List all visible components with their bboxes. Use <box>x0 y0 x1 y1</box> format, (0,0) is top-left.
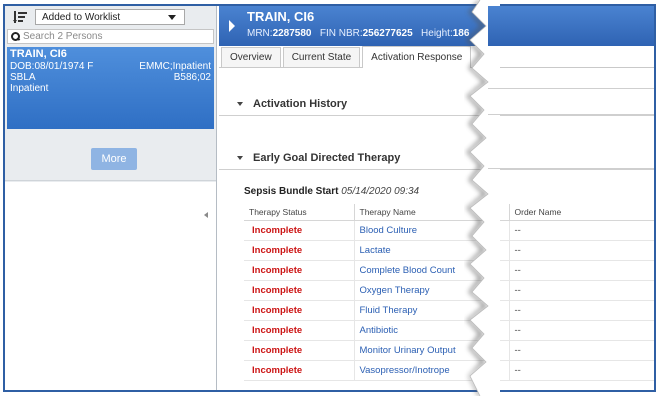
worklist-dropdown-value: Added to Worklist <box>42 11 121 23</box>
app-window: Added to Worklist TRAIN, CI6 DOB:08/01/1… <box>3 4 656 392</box>
mrn-value: 2287580 <box>272 28 312 39</box>
worklist-dropdown[interactable]: Added to Worklist <box>35 9 185 25</box>
worklist-toolbar: Added to Worklist <box>5 6 216 28</box>
tab-activation-response[interactable]: Activation Response <box>362 46 472 68</box>
patient-dob: DOB:08/01/1974 F <box>10 61 94 72</box>
divider <box>488 88 654 89</box>
therapy-name[interactable]: Blood Culture <box>353 220 509 241</box>
column-header: Order Name <box>508 204 654 221</box>
patient-unit: SBLA <box>10 72 36 83</box>
fin-label: FIN NBR: <box>319 28 363 39</box>
order-name: -- <box>508 240 654 261</box>
main-content: TRAIN, CI6 MRN:2287580 FIN NBR:256277625… <box>219 6 654 390</box>
mrn-label: MRN: <box>247 28 273 39</box>
tab-bar: Overview Current State Activation Respon… <box>219 46 654 68</box>
fin-value: 256277625 <box>362 28 413 39</box>
therapy-status: Incomplete <box>244 240 354 261</box>
divider <box>488 168 654 169</box>
sort-icon[interactable] <box>13 10 27 24</box>
table-row[interactable]: Incomplete Complete Blood Count -- <box>244 260 654 281</box>
table-header-row: Therapy Status Therapy Name Order Name <box>244 204 654 221</box>
therapy-name[interactable]: Monitor Urinary Output <box>353 340 509 361</box>
egdt-section-header[interactable]: Early Goal Directed Therapy <box>219 146 654 170</box>
activation-history-header[interactable]: Activation History <box>219 92 654 116</box>
column-header: Therapy Status <box>244 204 354 221</box>
search-input[interactable] <box>23 31 203 42</box>
section-title: Early Goal Directed Therapy <box>253 151 401 164</box>
patient-facility: EMMC;Inpatient <box>139 61 211 72</box>
sepsis-bundle-start: Sepsis Bundle Start 05/14/2020 09:34 <box>244 186 419 197</box>
therapy-name[interactable]: Lactate <box>353 240 509 261</box>
therapy-status: Incomplete <box>244 220 354 241</box>
therapy-status: Incomplete <box>244 320 354 341</box>
collapse-arrow-icon <box>237 101 243 106</box>
tab-current-state[interactable]: Current State <box>282 47 361 67</box>
divider <box>488 114 654 115</box>
therapy-status: Incomplete <box>244 300 354 321</box>
table-row[interactable]: Incomplete Fluid Therapy -- <box>244 300 654 321</box>
order-name: -- <box>508 320 654 341</box>
patient-room: B586;02 <box>173 72 211 83</box>
collapse-panel-icon[interactable] <box>204 212 208 218</box>
tab-overview[interactable]: Overview <box>221 47 281 67</box>
banner-patient-name: TRAIN, CI6 <box>247 9 315 24</box>
column-header: Therapy Name <box>353 204 509 221</box>
height-label: Height: <box>421 28 453 39</box>
patient-encounter-type: Inpatient <box>10 83 49 94</box>
order-name: -- <box>508 360 654 381</box>
therapy-name[interactable]: Antibiotic <box>353 320 509 341</box>
table-row[interactable]: Incomplete Vasopressor/Inotrope -- <box>244 360 654 381</box>
more-button[interactable]: More <box>91 148 137 170</box>
table-row[interactable]: Incomplete Oxygen Therapy -- <box>244 280 654 301</box>
therapy-name[interactable]: Oxygen Therapy <box>353 280 509 301</box>
table-row[interactable]: Incomplete Monitor Urinary Output -- <box>244 340 654 361</box>
patient-list-panel: Added to Worklist TRAIN, CI6 DOB:08/01/1… <box>5 6 217 390</box>
patient-name: TRAIN, CI6 <box>10 48 67 60</box>
bundle-datetime: 05/14/2020 09:34 <box>341 186 420 197</box>
more-area: More <box>5 134 216 181</box>
therapy-status: Incomplete <box>244 340 354 361</box>
table-row[interactable]: Incomplete Antibiotic -- <box>244 320 654 341</box>
therapy-table: Therapy Status Therapy Name Order Name I… <box>244 204 654 381</box>
order-name: -- <box>508 220 654 241</box>
table-row[interactable]: Incomplete Blood Culture -- <box>244 220 654 241</box>
order-name: -- <box>508 340 654 361</box>
therapy-status: Incomplete <box>244 260 354 281</box>
table-row[interactable]: Incomplete Lactate -- <box>244 240 654 261</box>
bundle-label: Sepsis Bundle Start <box>244 186 339 197</box>
therapy-status: Incomplete <box>244 280 354 301</box>
chevron-down-icon <box>168 15 176 20</box>
patient-list-item[interactable]: TRAIN, CI6 DOB:08/01/1974 F EMMC;Inpatie… <box>7 47 214 129</box>
therapy-name[interactable]: Complete Blood Count <box>353 260 509 281</box>
section-title: Activation History <box>253 97 348 110</box>
banner-continuation <box>488 6 654 46</box>
search-box[interactable] <box>7 29 214 44</box>
banner-patient-details: MRN:2287580 FIN NBR:256277625 Height:186 <box>247 28 469 39</box>
left-panel-empty-area <box>5 182 216 390</box>
order-name: -- <box>508 280 654 301</box>
collapse-arrow-icon <box>237 155 243 160</box>
search-icon <box>11 32 20 41</box>
therapy-name[interactable]: Fluid Therapy <box>353 300 509 321</box>
order-name: -- <box>508 300 654 321</box>
therapy-status: Incomplete <box>244 360 354 381</box>
therapy-name[interactable]: Vasopressor/Inotrope <box>353 360 509 381</box>
height-value: 186 <box>452 28 470 39</box>
expand-banner-icon[interactable] <box>229 20 235 32</box>
order-name: -- <box>508 260 654 281</box>
